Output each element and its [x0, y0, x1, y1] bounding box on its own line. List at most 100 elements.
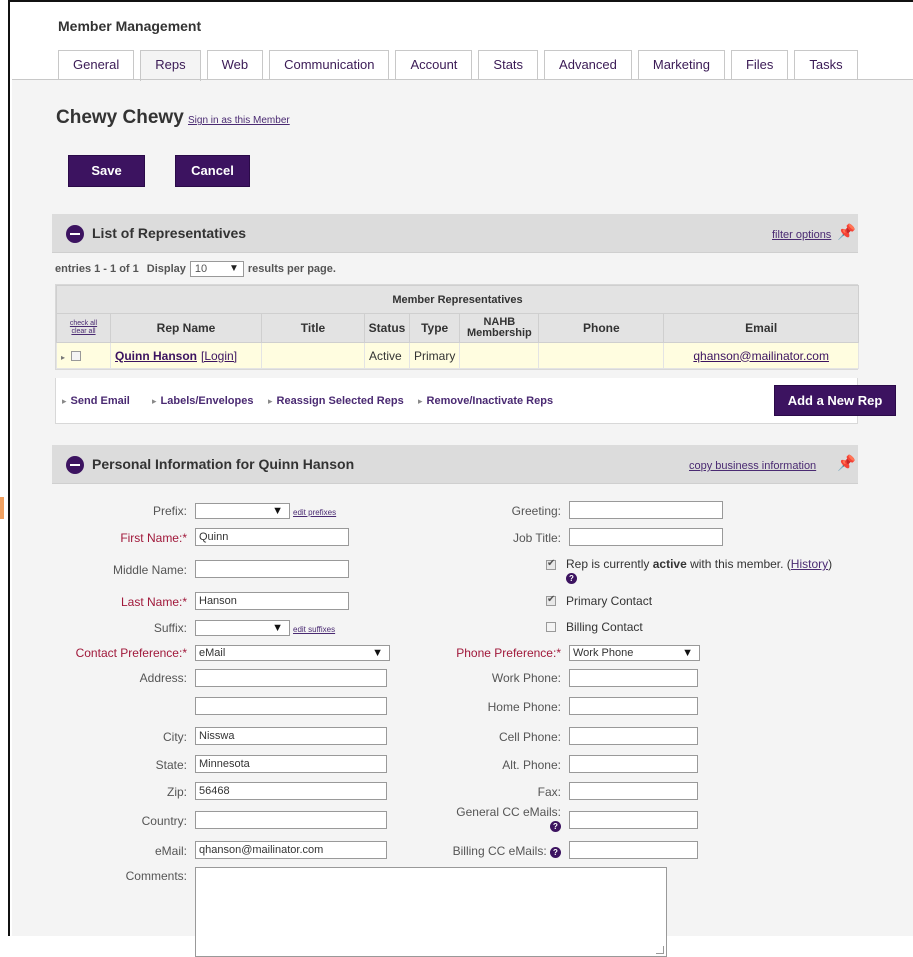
- general-cc-field[interactable]: [569, 811, 698, 829]
- tab-tasks[interactable]: Tasks: [794, 50, 858, 80]
- edit-suffixes-link[interactable]: edit suffixes: [293, 625, 335, 634]
- send-email-action[interactable]: Send Email: [62, 395, 130, 407]
- save-button[interactable]: Save: [68, 155, 145, 187]
- labels-envelopes-action[interactable]: Labels/Envelopes: [152, 395, 254, 407]
- job-title-label: Job Title:: [512, 531, 561, 545]
- per-page-value: 10: [194, 263, 208, 275]
- pin-icon[interactable]: 📌: [837, 456, 856, 472]
- tab-general[interactable]: General: [58, 50, 135, 80]
- phone-preference-select[interactable]: Work Phone ▼: [569, 645, 700, 661]
- collapse-icon[interactable]: [66, 225, 84, 243]
- rep-email-cell: qhanson@mailinator.com: [663, 342, 859, 369]
- primary-contact-label: Primary Contact: [566, 594, 653, 608]
- cell-phone-label: Cell Phone:: [498, 730, 561, 744]
- address-line1-field[interactable]: [195, 669, 387, 687]
- tab-communication[interactable]: Communication: [269, 50, 390, 80]
- filter-options-link[interactable]: filter options: [772, 229, 831, 241]
- primary-contact-checkbox[interactable]: [546, 594, 556, 606]
- help-icon[interactable]: ?: [566, 573, 577, 584]
- pin-icon[interactable]: 📌: [837, 225, 856, 241]
- per-page-select[interactable]: 10 ▼: [189, 261, 244, 277]
- reassign-reps-action[interactable]: Reassign Selected Reps: [268, 395, 404, 407]
- city-field[interactable]: Nisswa: [195, 727, 387, 745]
- col-nahb[interactable]: NAHB Membership: [459, 313, 540, 343]
- clear-all-link[interactable]: clear all: [57, 328, 110, 336]
- resize-grip-icon[interactable]: [656, 946, 664, 954]
- country-field[interactable]: [195, 811, 387, 829]
- personal-section-header: Personal Information for Quinn Hanson co…: [52, 445, 858, 484]
- tab-account[interactable]: Account: [395, 50, 473, 80]
- chevron-down-icon: ▼: [272, 505, 283, 517]
- tab-advanced[interactable]: Advanced: [544, 50, 632, 80]
- greeting-field[interactable]: [569, 501, 723, 519]
- prefix-label: Prefix:: [152, 504, 187, 518]
- row-checkbox[interactable]: [71, 351, 82, 362]
- fax-field[interactable]: [569, 782, 698, 800]
- suffix-label: Suffix:: [153, 621, 187, 635]
- cancel-button[interactable]: Cancel: [175, 155, 250, 187]
- tab-files[interactable]: Files: [730, 50, 789, 80]
- country-label: Country:: [141, 814, 187, 828]
- help-icon[interactable]: ?: [550, 821, 561, 832]
- col-phone[interactable]: Phone: [538, 313, 665, 343]
- check-all-link[interactable]: check all: [57, 320, 110, 328]
- tab-stats[interactable]: Stats: [478, 50, 539, 80]
- state-field[interactable]: Minnesota: [195, 755, 387, 773]
- tab-divider: [12, 79, 913, 80]
- copy-business-info-link[interactable]: copy business information: [689, 460, 816, 472]
- active-rep-row: Rep is currently active with this member…: [546, 558, 866, 584]
- expand-row-icon[interactable]: ▸: [61, 353, 65, 362]
- tab-marketing[interactable]: Marketing: [637, 50, 725, 80]
- prefix-select[interactable]: ▼: [195, 503, 290, 519]
- address-line2-field[interactable]: [195, 697, 387, 715]
- col-rep-name[interactable]: Rep Name: [110, 313, 262, 343]
- help-icon[interactable]: ?: [550, 847, 561, 858]
- entries-count: entries 1 - 1 of 1: [55, 263, 139, 275]
- chevron-down-icon: ▼: [272, 622, 283, 634]
- suffix-select[interactable]: ▼: [195, 620, 290, 636]
- home-phone-field[interactable]: [569, 697, 698, 715]
- rep-email-link[interactable]: qhanson@mailinator.com: [693, 349, 829, 363]
- cell-phone-field[interactable]: [569, 727, 698, 745]
- col-title[interactable]: Title: [261, 313, 365, 343]
- first-name-field[interactable]: Quinn: [195, 528, 349, 546]
- edit-prefixes-link[interactable]: edit prefixes: [293, 508, 336, 517]
- sign-in-as-member-link[interactable]: Sign in as this Member: [188, 115, 290, 126]
- comments-textarea[interactable]: [195, 867, 667, 957]
- last-name-field[interactable]: Hanson: [195, 592, 349, 610]
- general-cc-label-wrap: General CC eMails: ?: [412, 806, 561, 832]
- contact-preference-select[interactable]: eMail ▼: [195, 645, 390, 661]
- active-text-bold: active: [652, 557, 687, 571]
- rep-login-link[interactable]: [Login]: [201, 349, 237, 363]
- tab-reps[interactable]: Reps: [140, 50, 201, 81]
- collapse-icon[interactable]: [66, 456, 84, 474]
- job-title-field[interactable]: [569, 528, 723, 546]
- active-text-2: with this member. (: [690, 557, 791, 571]
- middle-name-field[interactable]: [195, 560, 349, 578]
- zip-field[interactable]: 56468: [195, 782, 387, 800]
- top-area: Member Management General Reps Web Commu…: [12, 6, 913, 81]
- rep-name-link[interactable]: Quinn Hanson: [115, 349, 197, 363]
- remove-inactivate-action[interactable]: Remove/Inactivate Reps: [418, 395, 554, 407]
- tab-web[interactable]: Web: [206, 50, 264, 80]
- active-rep-checkbox[interactable]: [546, 558, 556, 570]
- pagination-info: entries 1 - 1 of 1 Display 10 ▼ results …: [55, 261, 336, 277]
- alt-phone-field[interactable]: [569, 755, 698, 773]
- billing-cc-label-wrap: Billing CC eMails: ?: [412, 844, 561, 858]
- col-status[interactable]: Status: [364, 313, 410, 343]
- work-phone-field[interactable]: [569, 669, 698, 687]
- greeting-label: Greeting:: [511, 504, 561, 518]
- email-field[interactable]: qhanson@mailinator.com: [195, 841, 387, 859]
- billing-cc-field[interactable]: [569, 841, 698, 859]
- active-text-1: Rep is currently: [566, 557, 650, 571]
- display-label: Display: [146, 263, 186, 275]
- phone-preference-value: Work Phone: [573, 647, 634, 659]
- history-link[interactable]: History: [791, 557, 828, 571]
- col-email[interactable]: Email: [663, 313, 859, 343]
- tab-bar: General Reps Web Communication Account S…: [58, 50, 864, 81]
- rep-name-cell: Quinn Hanson [Login]: [110, 342, 262, 369]
- col-type[interactable]: Type: [408, 313, 461, 343]
- billing-contact-checkbox[interactable]: [546, 622, 556, 632]
- general-cc-label: General CC eMails:: [456, 805, 561, 819]
- add-new-rep-button[interactable]: Add a New Rep: [774, 385, 896, 416]
